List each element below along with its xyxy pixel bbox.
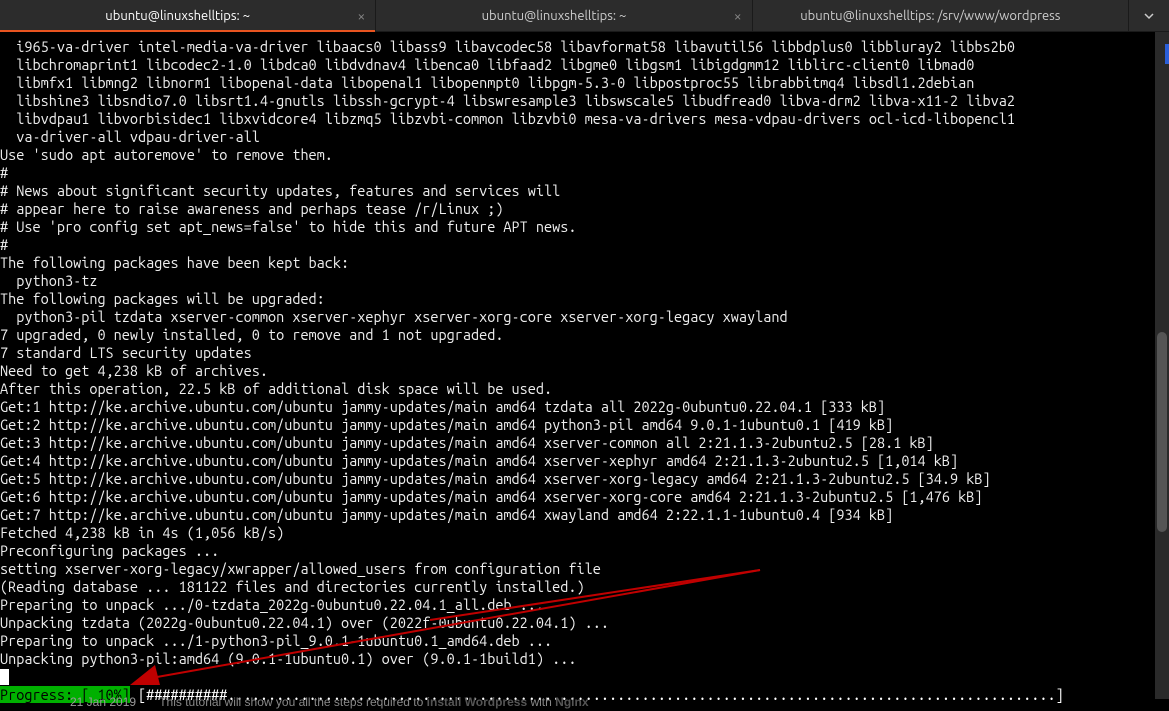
scrollbar-thumb[interactable] <box>1157 332 1167 532</box>
chevron-down-icon <box>1143 10 1155 22</box>
terminal-tab-3[interactable]: ubuntu@linuxshelltips: /srv/www/wordpres… <box>753 0 1129 31</box>
footer-date: 21 Jan 2019 <box>70 695 136 709</box>
tab-menu-button[interactable] <box>1129 0 1169 31</box>
tab-title: ubuntu@linuxshelltips: /srv/www/wordpres… <box>800 9 1060 23</box>
tab-title: ubuntu@linuxshelltips: ~ <box>482 9 627 23</box>
scrollbar[interactable] <box>1155 32 1169 699</box>
terminal-tab-1[interactable]: ubuntu@linuxshelltips: ~ × <box>0 0 376 31</box>
tab-title: ubuntu@linuxshelltips: ~ <box>105 9 250 23</box>
terminal-output[interactable]: i965-va-driver intel-media-va-driver lib… <box>0 32 1169 704</box>
footer-bold: install Wordpress <box>427 695 527 709</box>
footer-text: This tutorial will show you all the step… <box>159 695 426 709</box>
page-footer-snippet: 21 Jan 2019 This tutorial will show you … <box>70 695 589 709</box>
terminal-tab-2[interactable]: ubuntu@linuxshelltips: ~ × <box>376 0 752 31</box>
close-icon[interactable]: × <box>734 8 742 24</box>
tab-bar: ubuntu@linuxshelltips: ~ × ubuntu@linuxs… <box>0 0 1169 32</box>
selection-indicator <box>1165 44 1169 64</box>
terminal-cursor <box>0 669 9 685</box>
footer-bold: Nginx <box>555 695 588 709</box>
footer-text: with <box>527 695 555 709</box>
close-icon[interactable]: × <box>357 8 365 24</box>
